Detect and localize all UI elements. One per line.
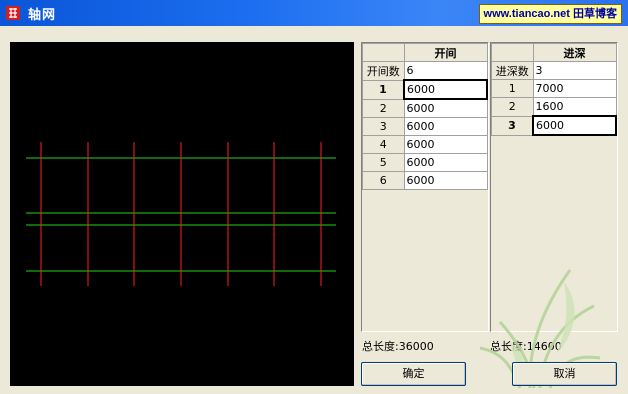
bay-value-cell[interactable]: 6000 — [403, 79, 488, 100]
bay-row-index: 1 — [362, 79, 405, 100]
bay-value-cell[interactable]: 6000 — [403, 153, 488, 172]
bay-value-cell[interactable]: 6000 — [403, 135, 488, 154]
depth-value-cell[interactable]: 6000 — [532, 115, 617, 136]
brand-badge[interactable]: www.tiancao.net 田草博客 — [478, 4, 622, 24]
bay-row-index: 2 — [362, 98, 405, 118]
depth-row-index: 3 — [491, 115, 534, 136]
depths-count-cell[interactable]: 3 — [532, 61, 617, 80]
depth-value-cell[interactable]: 7000 — [532, 79, 617, 98]
bays-count-label: 开间数 — [362, 61, 405, 81]
depth-value-cell[interactable]: 1600 — [532, 97, 617, 117]
cancel-button[interactable]: 取消 — [512, 362, 617, 386]
bays-corner — [362, 43, 405, 62]
depth-row-index: 1 — [491, 79, 534, 98]
window-title: 轴网 — [28, 8, 57, 23]
bay-value-cell[interactable]: 6000 — [403, 171, 488, 190]
depths-header: 进深 — [532, 43, 617, 62]
bay-row-index: 3 — [362, 117, 405, 136]
title-bar: 轴网 www.tiancao.net 田草博客 — [0, 0, 628, 26]
bays-count-cell[interactable]: 6 — [403, 61, 488, 81]
depth-row-index: 2 — [491, 97, 534, 117]
ok-button[interactable]: 确定 — [361, 362, 466, 386]
bay-value-cell[interactable]: 6000 — [403, 117, 488, 136]
bays-header: 开间 — [403, 43, 488, 62]
depths-corner — [491, 43, 534, 62]
app-icon — [6, 6, 20, 20]
axis-grid-preview — [10, 42, 354, 386]
bay-row-index: 6 — [362, 171, 405, 190]
axis-grid-drawing — [26, 142, 336, 286]
bays-total-length: 总长度:36000 — [362, 340, 434, 353]
bay-value-cell[interactable]: 6000 — [403, 98, 488, 118]
bay-row-index: 4 — [362, 135, 405, 154]
depths-count-label: 进深数 — [491, 61, 534, 80]
bay-row-index: 5 — [362, 153, 405, 172]
